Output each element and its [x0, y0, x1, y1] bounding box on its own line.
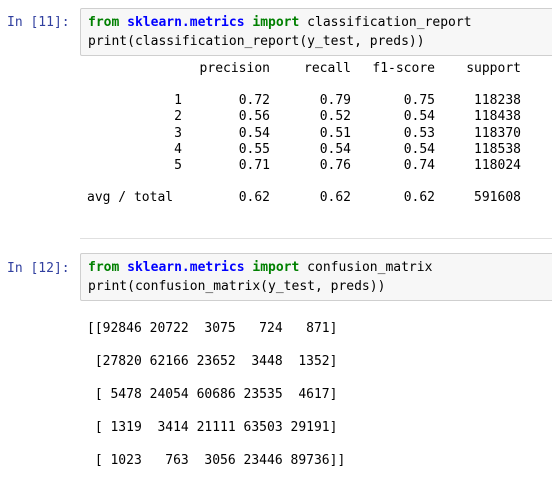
precision-value: 0.71: [238, 158, 270, 174]
recall-value: 0.76: [319, 158, 351, 174]
report-total-row: avg / total 0.62 0.62 0.62 591608: [87, 190, 521, 206]
precision-value: 0.72: [238, 93, 270, 109]
support-value: 118238: [474, 93, 521, 109]
header-recall: recall: [304, 61, 351, 76]
row-label: 3: [174, 125, 182, 141]
recall-value: 0.54: [319, 141, 351, 157]
cell-12-input[interactable]: from sklearn.metrics import confusion_ma…: [80, 253, 552, 301]
total-label: avg / total: [87, 190, 174, 206]
precision-value: 0.54: [238, 125, 270, 141]
total-f1: 0.62: [403, 190, 435, 206]
header-precision: precision: [199, 61, 270, 76]
row-label: 4: [174, 141, 182, 157]
code-line-import: from sklearn.metrics import classificati…: [88, 13, 552, 32]
support-value: 118438: [474, 109, 521, 125]
support-value: 118370: [474, 125, 521, 141]
cell-divider: [80, 238, 552, 239]
recall-value: 0.79: [319, 93, 351, 109]
matrix-row: [ 1319 3414 21111 63503 29191]: [87, 419, 338, 435]
report-row: 1 0.72 0.79 0.75 118238: [87, 93, 521, 109]
precision-value: 0.56: [238, 109, 270, 125]
total-recall: 0.62: [319, 190, 351, 206]
header-f1-score: f1-score: [372, 61, 435, 76]
module-name: sklearn.metrics: [127, 260, 245, 275]
keyword-from: from: [88, 260, 120, 275]
matrix-row: [ 1023 763 3056 23446 89736]]: [87, 452, 346, 468]
support-value: 118024: [474, 158, 521, 174]
recall-value: 0.52: [319, 109, 351, 125]
import-target: classification_report: [307, 15, 472, 30]
row-label: 5: [174, 158, 182, 174]
header-support: support: [466, 61, 521, 76]
report-row: 3 0.54 0.51 0.53 118370: [87, 126, 521, 142]
report-row: 5 0.71 0.76 0.74 118024: [87, 158, 521, 174]
cell-12-prompt: In [12]:: [7, 261, 70, 276]
row-label: 2: [174, 109, 182, 125]
import-target: confusion_matrix: [307, 260, 433, 275]
module-name: sklearn.metrics: [127, 15, 245, 30]
classification-report-table: precision recall f1-score support 1 0.72…: [87, 61, 521, 206]
f1-value: 0.54: [403, 141, 435, 157]
f1-value: 0.75: [403, 93, 435, 109]
precision-value: 0.55: [238, 141, 270, 157]
recall-value: 0.51: [319, 125, 351, 141]
matrix-row: [27820 62166 23652 3448 1352]: [87, 354, 338, 370]
report-row: 4 0.55 0.54 0.54 118538: [87, 142, 521, 158]
f1-value: 0.74: [403, 158, 435, 174]
report-row: 2 0.56 0.52 0.54 118438: [87, 109, 521, 125]
code-line-print: print(confusion_matrix(y_test, preds)): [88, 279, 386, 294]
confusion-matrix-output: [[92846 20722 3075 724 871] [27820 62166…: [87, 305, 345, 485]
f1-value: 0.54: [403, 109, 435, 125]
keyword-from: from: [88, 15, 120, 30]
matrix-row: [[92846 20722 3075 724 871]: [87, 321, 338, 337]
keyword-import: import: [252, 15, 300, 30]
cell-11-input[interactable]: from sklearn.metrics import classificati…: [80, 8, 552, 56]
total-precision: 0.62: [238, 190, 270, 206]
row-label: 1: [174, 93, 182, 109]
code-line-import: from sklearn.metrics import confusion_ma…: [88, 258, 552, 277]
report-header-row: precision recall f1-score support: [87, 61, 521, 77]
code-line-print: print(classification_report(y_test, pred…: [88, 34, 425, 49]
cell-11-prompt: In [11]:: [7, 15, 70, 30]
keyword-import: import: [252, 260, 300, 275]
f1-value: 0.53: [403, 125, 435, 141]
support-value: 118538: [474, 141, 521, 157]
matrix-row: [ 5478 24054 60686 23535 4617]: [87, 387, 338, 403]
total-support: 591608: [474, 190, 521, 206]
